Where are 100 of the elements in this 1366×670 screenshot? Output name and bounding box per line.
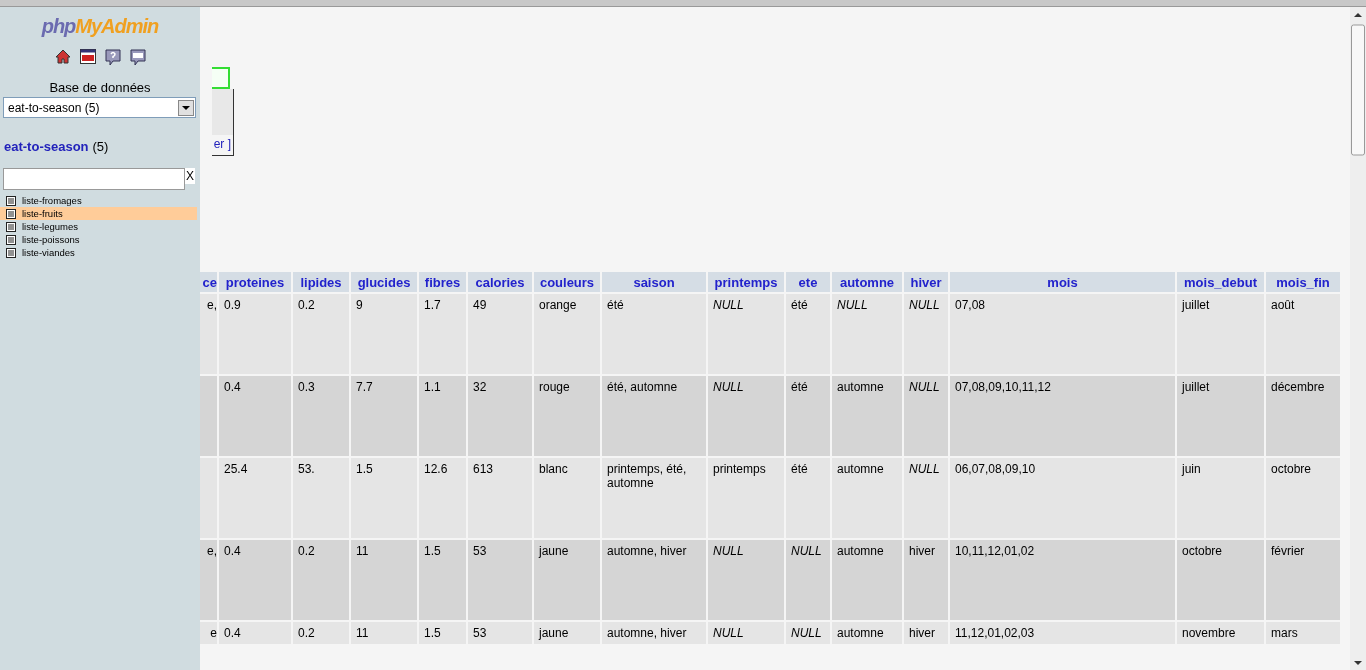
table-icon: [6, 234, 16, 245]
table-cell: e,: [200, 294, 217, 374]
table-cell: 0.2: [293, 294, 349, 374]
table-cell: 10,11,12,01,02: [950, 540, 1175, 620]
table-cell: 1.5: [351, 458, 417, 538]
column-header[interactable]: mois_fin: [1266, 272, 1340, 292]
table-cell: rouge: [534, 376, 600, 456]
table-cell: printemps: [708, 458, 784, 538]
column-header[interactable]: ete: [786, 272, 830, 292]
column-header[interactable]: glucides: [351, 272, 417, 292]
table-cell: 53: [468, 540, 532, 620]
table-cell: hiver: [904, 622, 948, 644]
table-cell: 0.2: [293, 540, 349, 620]
table-cell: NULL: [832, 294, 902, 374]
table-cell: octobre: [1177, 540, 1264, 620]
table-cell: 53.: [293, 458, 349, 538]
table-cell: août: [1266, 294, 1340, 374]
table-icon: [6, 208, 16, 219]
table-cell: été: [786, 376, 830, 456]
table-cell: jaune: [534, 622, 600, 644]
table-cell: 0.2: [293, 622, 349, 644]
column-header[interactable]: proteines: [219, 272, 291, 292]
column-header[interactable]: lipides: [293, 272, 349, 292]
table-cell: NULL: [904, 294, 948, 374]
table-item[interactable]: liste-viandes: [0, 246, 197, 259]
table-item[interactable]: liste-fromages: [0, 194, 197, 207]
help-icon[interactable]: [104, 49, 121, 66]
database-select[interactable]: eat-to-season (5): [3, 97, 196, 118]
column-header[interactable]: saison: [602, 272, 706, 292]
clear-filter-button[interactable]: X: [185, 168, 195, 184]
table-cell: 12.6: [419, 458, 466, 538]
query-window-icon[interactable]: [129, 49, 146, 66]
table-cell: 0.3: [293, 376, 349, 456]
column-header[interactable]: calories: [468, 272, 532, 292]
table-item[interactable]: liste-fruits: [0, 207, 197, 220]
table-cell: 32: [468, 376, 532, 456]
table-cell: 613: [468, 458, 532, 538]
table-cell: mars: [1266, 622, 1340, 644]
table-count: (5): [92, 139, 109, 154]
column-header[interactable]: mois: [950, 272, 1175, 292]
column-header[interactable]: ce: [200, 272, 217, 292]
column-header[interactable]: hiver: [904, 272, 948, 292]
table-cell: e,: [200, 540, 217, 620]
table-cell: 1.5: [419, 622, 466, 644]
table-cell: NULL: [904, 458, 948, 538]
database-link[interactable]: eat-to-season: [4, 139, 89, 154]
table-cell: été: [786, 294, 830, 374]
column-header[interactable]: mois_debut: [1177, 272, 1264, 292]
column-header[interactable]: couleurs: [534, 272, 600, 292]
table-cell: printemps, été, automne: [602, 458, 706, 538]
table-cell: 11,12,01,02,03: [950, 622, 1175, 644]
column-header[interactable]: fibres: [419, 272, 466, 292]
table-cell: blanc: [534, 458, 600, 538]
table-cell: 11: [351, 622, 417, 644]
table-cell: NULL: [708, 622, 784, 644]
table-cell: automne: [832, 376, 902, 456]
table-cell: 1.1: [419, 376, 466, 456]
table-cell: 11: [351, 540, 417, 620]
table-cell: 9: [351, 294, 417, 374]
table-cell: hiver: [904, 540, 948, 620]
table-cell: février: [1266, 540, 1340, 620]
table-cell: juillet: [1177, 376, 1264, 456]
home-icon[interactable]: [54, 49, 71, 64]
table-item[interactable]: liste-legumes: [0, 220, 197, 233]
table-cell: 1.5: [419, 540, 466, 620]
table-cell: été: [602, 294, 706, 374]
table-cell: automne: [832, 458, 902, 538]
table-cell: automne, hiver: [602, 622, 706, 644]
filter-field[interactable]: [3, 168, 185, 190]
table-cell: 07,08,09,10,11,12: [950, 376, 1175, 456]
table-cell: 07,08: [950, 294, 1175, 374]
table-item[interactable]: liste-poissons: [0, 233, 197, 246]
table-cell: 0.9: [219, 294, 291, 374]
table-cell: automne: [832, 622, 902, 644]
table-cell: NULL: [708, 540, 784, 620]
table-cell: juillet: [1177, 294, 1264, 374]
table-cell: orange: [534, 294, 600, 374]
table-icon: [6, 247, 16, 258]
table-cell: NULL: [786, 622, 830, 644]
table-cell: 7.7: [351, 376, 417, 456]
table-cell: NULL: [708, 294, 784, 374]
table-cell: NULL: [786, 540, 830, 620]
vertical-scrollbar[interactable]: [1350, 7, 1366, 670]
table-cell: jaune: [534, 540, 600, 620]
table-cell: 0.4: [219, 622, 291, 644]
table-cell: 0.4: [219, 540, 291, 620]
column-header[interactable]: printemps: [708, 272, 784, 292]
input-highlight-box[interactable]: [212, 67, 230, 89]
table-cell: 49: [468, 294, 532, 374]
table-icon: [6, 221, 16, 232]
table-cell: novembre: [1177, 622, 1264, 644]
table-cell: NULL: [904, 376, 948, 456]
table-cell: automne, hiver: [602, 540, 706, 620]
column-header[interactable]: automne: [832, 272, 902, 292]
table-cell: été, automne: [602, 376, 706, 456]
panel-link[interactable]: er ]: [213, 137, 233, 155]
table-cell: été: [786, 458, 830, 538]
table-cell: 0.4: [219, 376, 291, 456]
table-cell: automne: [832, 540, 902, 620]
table-cell: 53: [468, 622, 532, 644]
